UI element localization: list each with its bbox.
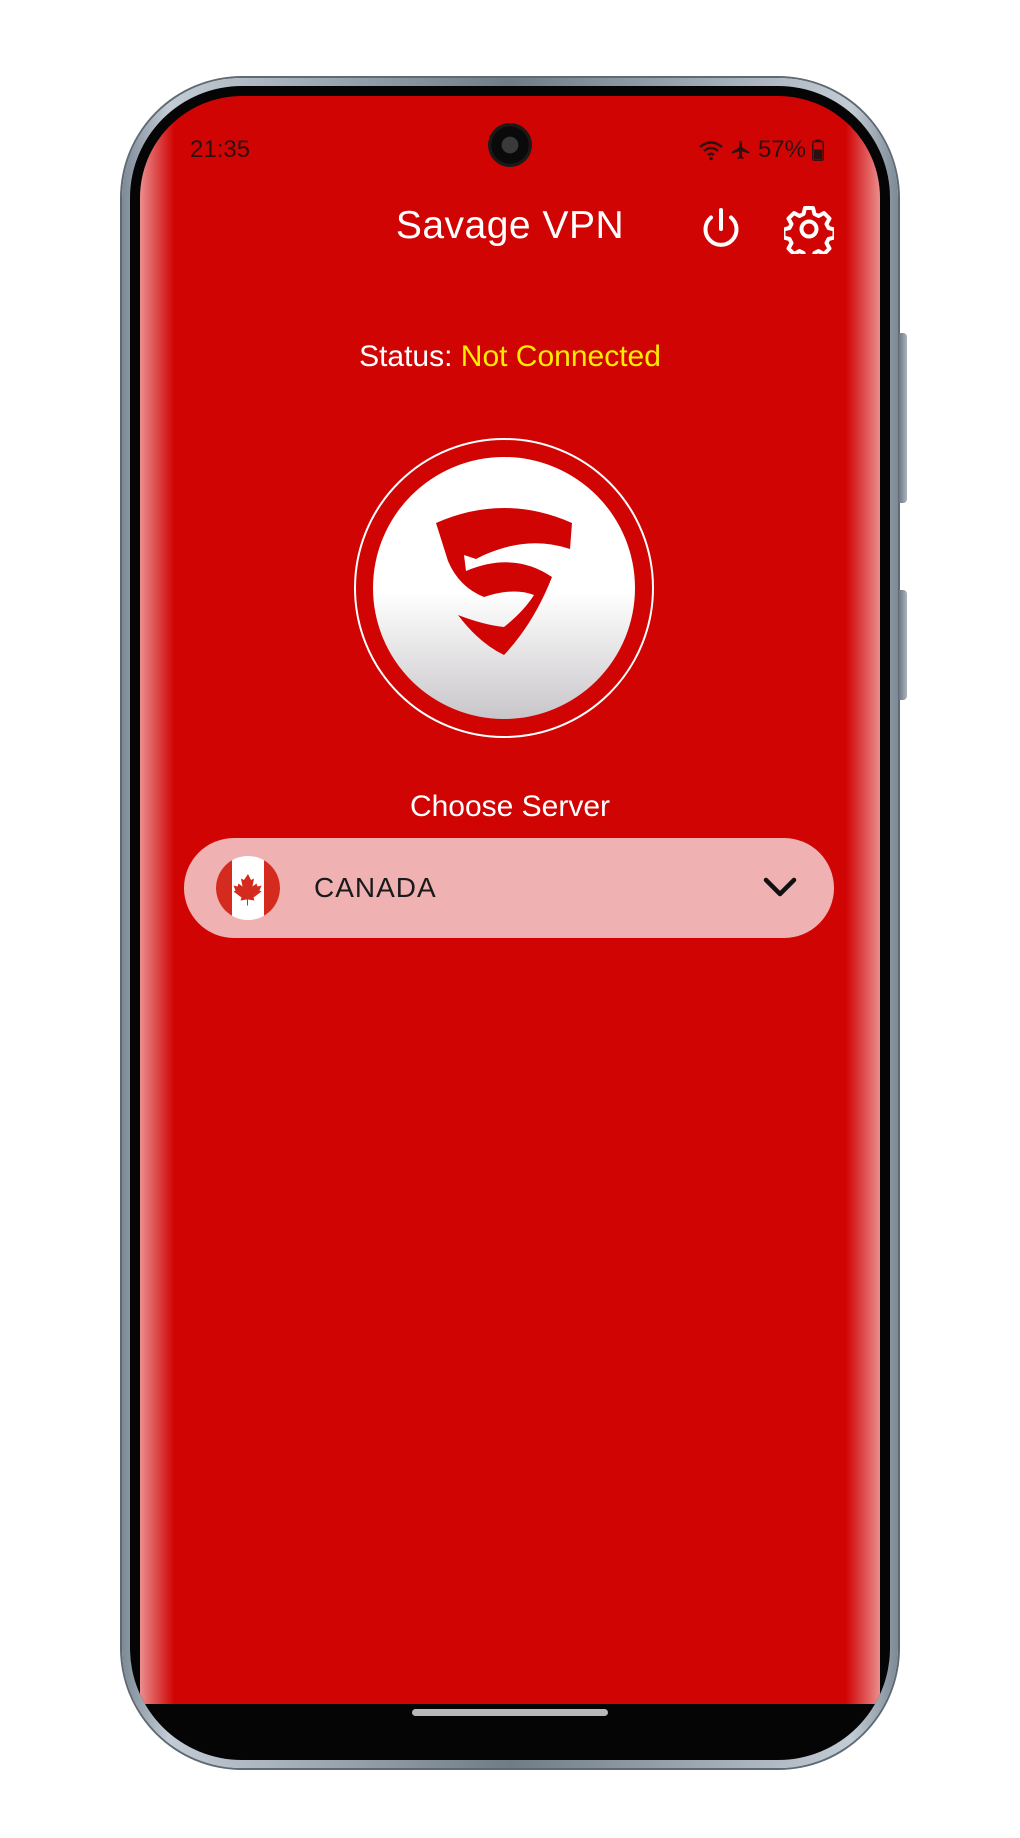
wifi-icon <box>699 141 723 161</box>
side-button <box>899 333 907 503</box>
connection-status: Status: Not Connected <box>140 340 880 374</box>
phone-frame: 21:35 57% Savage VPN Status: Not Connect… <box>122 78 907 1768</box>
status-label: Status: <box>359 340 461 373</box>
battery-icon <box>812 139 824 161</box>
app-title: Savage VPN <box>395 204 625 247</box>
status-time: 21:35 <box>190 136 251 163</box>
gear-icon <box>784 206 834 254</box>
canada-flag-icon <box>216 856 280 920</box>
settings-button[interactable] <box>782 202 836 256</box>
side-button <box>899 590 907 700</box>
app-screen: 21:35 57% Savage VPN Status: Not Connect… <box>140 96 880 1704</box>
home-indicator[interactable] <box>412 1709 608 1716</box>
shield-logo <box>436 508 572 655</box>
power-button[interactable] <box>694 202 748 256</box>
power-icon <box>703 208 739 247</box>
chevron-down-icon[interactable] <box>762 872 798 902</box>
battery-percent: 57% <box>757 136 806 163</box>
front-camera <box>491 126 529 164</box>
phone-bezel: 21:35 57% Savage VPN Status: Not Connect… <box>130 86 890 1760</box>
airplane-icon <box>731 140 750 160</box>
server-dropdown[interactable]: CANADA <box>184 838 834 938</box>
connect-button[interactable] <box>354 438 654 738</box>
status-icons: 57% <box>698 136 824 164</box>
choose-server-label: Choose Server <box>409 790 611 823</box>
status-value: Not Connected <box>460 340 661 373</box>
logo-circle <box>373 457 635 719</box>
selected-server: CANADA <box>314 872 437 903</box>
